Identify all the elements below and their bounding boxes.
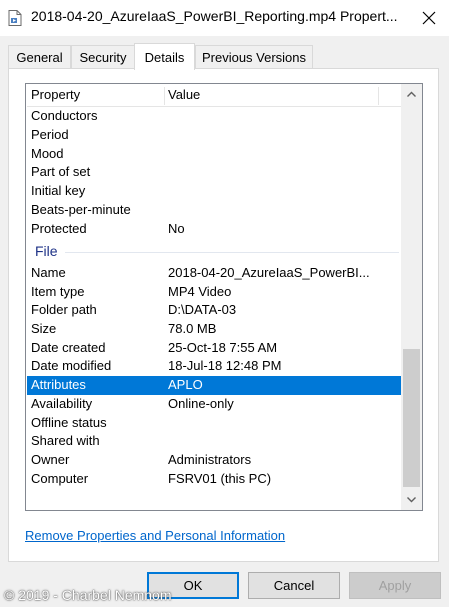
copyright-watermark: © 2019 - Charbel Nemnom (4, 587, 172, 603)
remove-properties-link[interactable]: Remove Properties and Personal Informati… (25, 528, 285, 543)
list-item[interactable]: Date created 25-Oct-18 7:55 AM (27, 339, 401, 358)
window-title: 2018-04-20_AzureIaaS_PowerBI_Reporting.m… (31, 8, 398, 24)
property-name: Initial key (31, 183, 86, 198)
list-header: Property Value (27, 85, 401, 107)
cancel-button[interactable]: Cancel (248, 572, 340, 599)
property-name: Mood (31, 146, 64, 161)
list-item[interactable]: Offline status (27, 414, 401, 433)
property-name: Protected (31, 221, 87, 236)
property-name: Shared with (31, 433, 100, 448)
list-item[interactable]: Availability Online-only (27, 395, 401, 414)
property-value: Administrators (168, 452, 252, 467)
scroll-up-button[interactable] (401, 84, 422, 104)
property-name: Size (31, 321, 57, 336)
list-item[interactable]: Mood (27, 145, 401, 164)
property-value: MP4 Video (168, 284, 232, 299)
column-header-property[interactable]: Property (27, 85, 167, 107)
list-item[interactable]: Period (27, 126, 401, 145)
column-divider[interactable] (378, 87, 379, 105)
property-name: Owner (31, 452, 70, 467)
list-item[interactable]: Computer FSRV01 (this PC) (27, 470, 401, 489)
scroll-down-button[interactable] (401, 490, 422, 510)
group-divider (65, 252, 399, 253)
list-item[interactable]: Part of set (27, 163, 401, 182)
chevron-up-icon (407, 91, 416, 97)
list-item[interactable]: Conductors (27, 107, 401, 126)
apply-button[interactable]: Apply (349, 572, 441, 599)
vertical-scrollbar[interactable] (401, 84, 422, 510)
property-name: Period (31, 127, 69, 142)
property-name: Computer (31, 471, 89, 486)
property-name: Beats-per-minute (31, 202, 131, 217)
list-item[interactable]: Beats-per-minute (27, 201, 401, 220)
group-title: File (35, 243, 58, 259)
property-value: 18-Jul-18 12:48 PM (168, 358, 282, 373)
tab-security[interactable]: Security (71, 45, 135, 69)
list-item[interactable]: Name 2018-04-20_AzureIaaS_PowerBI... (27, 264, 401, 283)
list-item-selected[interactable]: Attributes APLO (27, 376, 401, 395)
property-value: 2018-04-20_AzureIaaS_PowerBI... (168, 265, 370, 280)
list-item[interactable]: Size 78.0 MB (27, 320, 401, 339)
property-name: Conductors (31, 108, 98, 123)
close-button[interactable] (409, 0, 449, 36)
property-value: 78.0 MB (168, 321, 217, 336)
list-item[interactable]: Date modified 18-Jul-18 12:48 PM (27, 357, 401, 376)
column-header-value[interactable]: Value (164, 85, 378, 107)
list-item[interactable]: Protected No (27, 220, 401, 239)
property-value: No (168, 221, 185, 236)
property-value: APLO (168, 377, 203, 392)
close-icon (422, 11, 436, 25)
property-value: FSRV01 (this PC) (168, 471, 272, 486)
property-name: Attributes (31, 377, 86, 392)
property-name: Availability (31, 396, 93, 411)
list-item[interactable]: Shared with (27, 432, 401, 451)
property-name: Name (31, 265, 66, 280)
tab-general[interactable]: General (8, 45, 71, 69)
properties-dialog: 2018-04-20_AzureIaaS_PowerBI_Reporting.m… (0, 0, 449, 607)
title-bar: 2018-04-20_AzureIaaS_PowerBI_Reporting.m… (0, 0, 449, 36)
property-name: Date modified (31, 358, 112, 373)
document-icon (8, 10, 22, 26)
list-item[interactable]: Owner Administrators (27, 451, 401, 470)
property-name: Item type (31, 284, 85, 299)
property-name: Offline status (31, 415, 107, 430)
chevron-down-icon (407, 497, 416, 503)
property-value: D:\DATA-03 (168, 302, 237, 317)
list-item[interactable]: Folder path D:\DATA-03 (27, 301, 401, 320)
property-name: Part of set (31, 164, 91, 179)
list-item[interactable]: Item type MP4 Video (27, 283, 401, 302)
property-name: Date created (31, 340, 106, 355)
tab-details[interactable]: Details (134, 43, 195, 70)
list-item[interactable]: Initial key (27, 182, 401, 201)
property-value: Online-only (168, 396, 234, 411)
details-panel: Property Value Conductors Period Mood Pa… (8, 68, 439, 562)
property-list[interactable]: Property Value Conductors Period Mood Pa… (25, 83, 423, 511)
tab-previous-versions[interactable]: Previous Versions (195, 45, 313, 69)
group-header-file[interactable]: File (27, 241, 401, 263)
scrollbar-thumb[interactable] (403, 349, 420, 487)
property-name: Folder path (31, 302, 97, 317)
property-value: 25-Oct-18 7:55 AM (168, 340, 278, 355)
